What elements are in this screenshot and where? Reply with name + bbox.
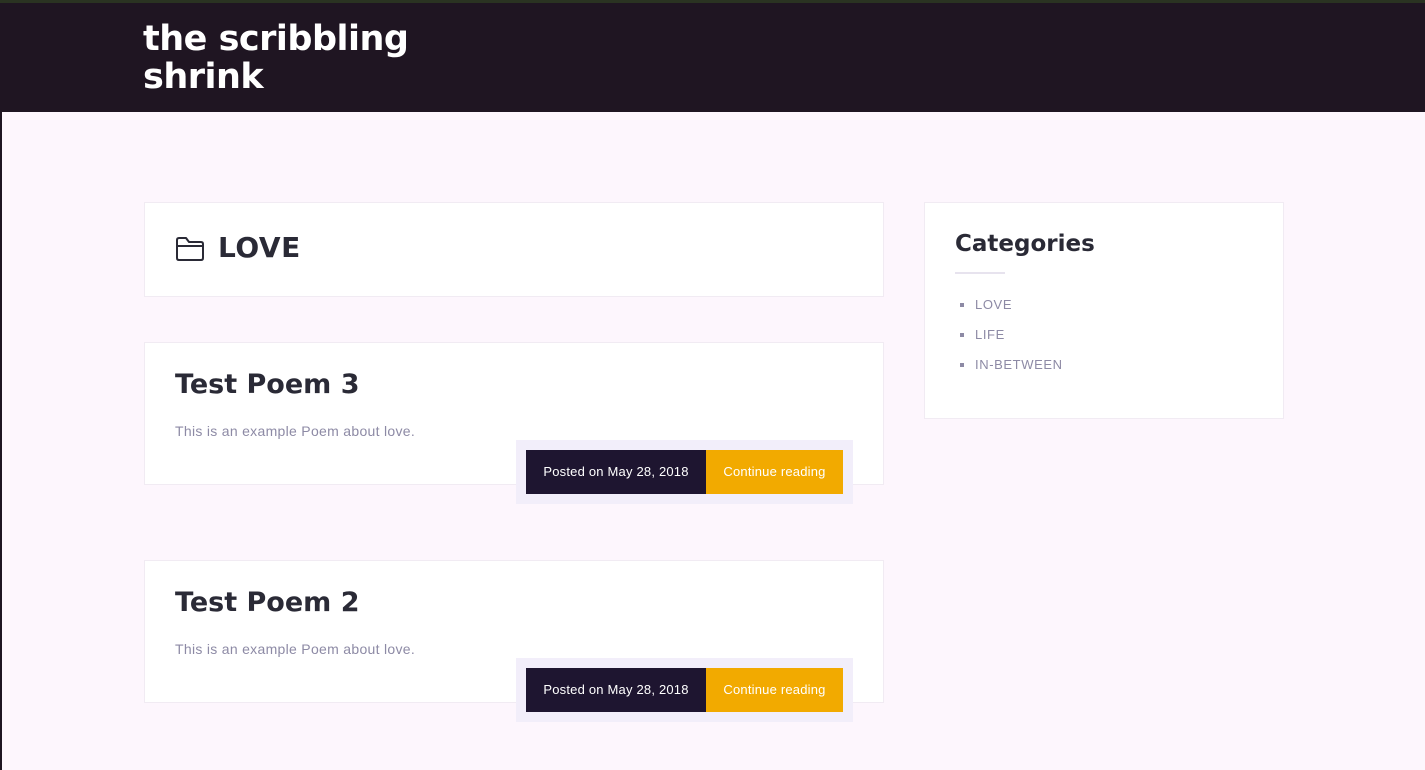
widget-underline [955,272,1005,274]
bullet-icon [960,363,964,367]
category-item-in-between[interactable]: IN-BETWEEN [960,356,1063,386]
post-meta: Posted on May 28, 2018 Continue reading [516,658,853,722]
site-title[interactable]: the scribbling shrink [143,20,443,96]
category-label[interactable]: IN-BETWEEN [975,357,1063,372]
left-edge [0,112,2,770]
archive-header: LOVE [144,202,884,297]
site-header: the scribbling shrink [0,3,1425,112]
post-title[interactable]: Test Poem 2 [175,587,360,618]
continue-reading-button[interactable]: Continue reading [706,668,843,712]
post-excerpt: This is an example Poem about love. [175,641,416,657]
folder-icon [175,236,205,262]
archive-title: LOVE [218,231,301,264]
category-item-life[interactable]: LIFE [960,326,1063,356]
bullet-icon [960,333,964,337]
post-excerpt: This is an example Poem about love. [175,423,416,439]
widget-title: Categories [955,231,1095,257]
category-item-love[interactable]: LOVE [960,296,1063,326]
posted-date: Posted on May 28, 2018 [526,668,706,712]
category-label[interactable]: LIFE [975,327,1005,342]
category-label[interactable]: LOVE [975,297,1012,312]
bullet-icon [960,303,964,307]
category-list: LOVE LIFE IN-BETWEEN [960,296,1063,386]
post-title[interactable]: Test Poem 3 [175,369,360,400]
categories-widget: Categories LOVE LIFE IN-BETWEEN [924,202,1284,419]
continue-reading-button[interactable]: Continue reading [706,450,843,494]
post-meta: Posted on May 28, 2018 Continue reading [516,440,853,504]
posted-date: Posted on May 28, 2018 [526,450,706,494]
